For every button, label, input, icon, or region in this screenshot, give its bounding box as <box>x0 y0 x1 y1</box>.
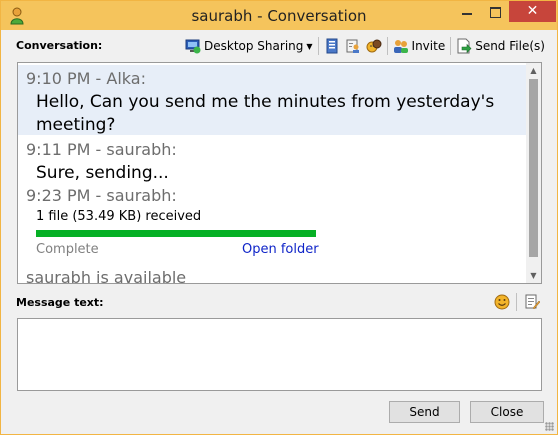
conversation-history[interactable]: 9:10 PM - Alka: Hello, Can you send me t… <box>17 62 542 284</box>
message-input[interactable] <box>17 318 542 391</box>
add-users-icon <box>393 38 409 54</box>
contact-card-icon[interactable] <box>345 38 361 54</box>
presence-status: saurabh is available <box>26 268 187 284</box>
send-files-label: Send File(s) <box>475 39 545 53</box>
close-button[interactable]: Close <box>470 401 544 423</box>
conversation-window: saurabh - Conversation ✕ Conversation: D… <box>0 0 558 435</box>
close-window-button[interactable]: ✕ <box>509 1 556 22</box>
smiley-icon[interactable] <box>494 294 510 310</box>
message-text-label: Message text: <box>16 296 104 309</box>
toolbar-separator <box>450 37 452 55</box>
progress-fill <box>36 230 316 237</box>
toolbar-separator <box>386 37 388 55</box>
resize-grip[interactable] <box>545 422 554 431</box>
scroll-up-icon[interactable]: ▲ <box>526 63 541 78</box>
file-transfer-progress-bar <box>36 230 316 237</box>
conversation-toolbar: Desktop Sharing ▼ Invite Send File(s) <box>185 36 545 56</box>
title-bar[interactable]: saurabh - Conversation ✕ <box>1 1 557 30</box>
notebook-icon[interactable] <box>324 38 340 54</box>
monitor-icon <box>185 38 201 54</box>
desktop-sharing-label: Desktop Sharing <box>204 39 304 53</box>
invite-label: Invite <box>411 39 446 53</box>
file-transfer-status: Complete <box>36 242 99 257</box>
message-text: Sure, sending... <box>36 163 169 183</box>
minimize-button[interactable] <box>453 1 481 23</box>
message-text: Hello, Can you send me the minutes from … <box>36 92 495 135</box>
invite-button[interactable]: Invite <box>393 38 446 54</box>
compose-toolbar-separator <box>516 293 517 311</box>
text-format-icon[interactable] <box>524 294 541 310</box>
open-folder-link[interactable]: Open folder <box>242 242 319 257</box>
conversation-scrollbar[interactable]: ▲ ▼ <box>526 63 541 283</box>
send-file-icon <box>456 38 472 54</box>
toolbar-separator <box>317 37 319 55</box>
desktop-sharing-button[interactable]: Desktop Sharing ▼ <box>185 38 313 54</box>
conversation-label: Conversation: <box>16 39 103 52</box>
send-files-button[interactable]: Send File(s) <box>456 38 545 54</box>
send-button[interactable]: Send <box>389 401 460 423</box>
message-header: 9:23 PM - saurabh: <box>26 186 177 205</box>
message-header: 9:11 PM - saurabh: <box>26 140 177 159</box>
message-header: 9:10 PM - Alka: <box>26 69 146 88</box>
scrollbar-thumb[interactable] <box>529 79 538 257</box>
file-transfer-summary: 1 file (53.49 KB) received <box>36 209 202 224</box>
scroll-down-icon[interactable]: ▼ <box>526 268 541 283</box>
maximize-button[interactable] <box>482 1 509 23</box>
chevron-down-icon: ▼ <box>306 41 313 51</box>
emoticons-icon[interactable] <box>366 38 382 54</box>
